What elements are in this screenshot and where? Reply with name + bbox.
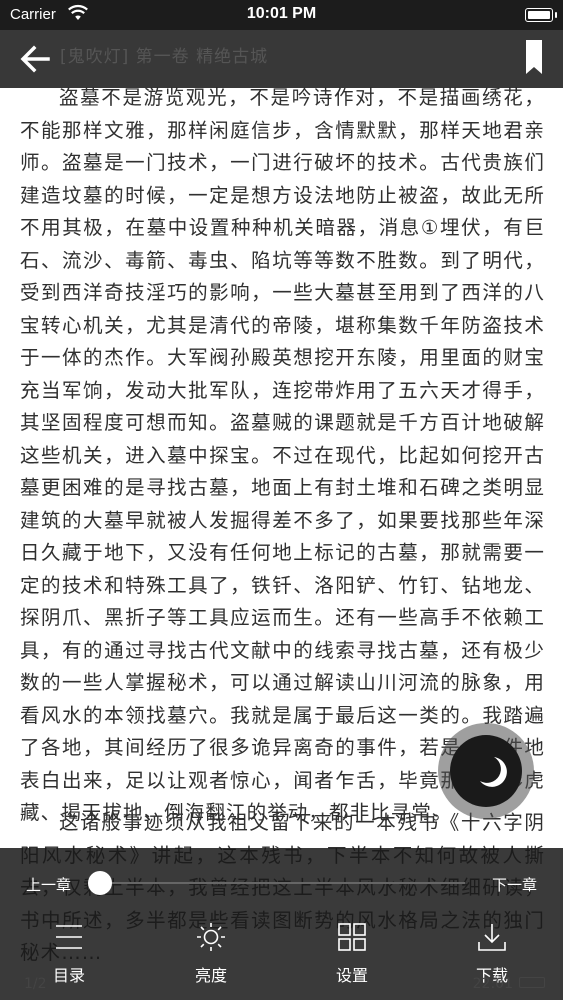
next-chapter-button[interactable]: 下一章: [492, 874, 537, 895]
menu-brightness-button[interactable]: 亮度: [166, 920, 256, 986]
menu-brightness-label: 亮度: [194, 966, 227, 985]
chapter-progress-thumb[interactable]: [88, 871, 112, 895]
reader-battery-icon: [519, 977, 545, 988]
page-number: 1/2: [24, 976, 47, 992]
menu-settings-button[interactable]: 设置: [307, 920, 397, 986]
content-paragraph: 盗墓不是游览观光，不是吟诗作对，不是描画绣花，不能那样文雅，那样闲庭信步，含情默…: [20, 86, 545, 824]
moon-icon: [480, 757, 507, 787]
brightness-icon: [197, 923, 225, 951]
bookmark-button[interactable]: [519, 36, 549, 82]
status-time: 10:01 PM: [246, 5, 317, 22]
download-icon: [478, 924, 506, 951]
prev-chapter-button[interactable]: 上一章: [26, 874, 71, 895]
top-nav-bar: [鬼吹灯] 第一卷 精绝古城: [0, 30, 563, 88]
night-mode-button[interactable]: [438, 723, 534, 819]
list-icon: [56, 925, 82, 949]
arrow-left-icon: [20, 45, 50, 73]
status-bar: Carrier 10:01 PM: [0, 0, 563, 30]
bookmark-icon: [526, 40, 542, 74]
chapter-title: [鬼吹灯] 第一卷 精绝古城: [60, 47, 269, 67]
menu-settings-label: 设置: [335, 966, 368, 985]
reader-clock: 22:01: [472, 976, 513, 992]
grid-settings-icon: [338, 923, 366, 951]
chapter-progress-track[interactable]: [98, 882, 465, 884]
battery-icon: [525, 8, 557, 22]
bottom-toolbar: 上一章 下一章 目录 亮度 设置 下载 1/2 22:01: [0, 848, 563, 1000]
back-button[interactable]: [14, 38, 58, 80]
